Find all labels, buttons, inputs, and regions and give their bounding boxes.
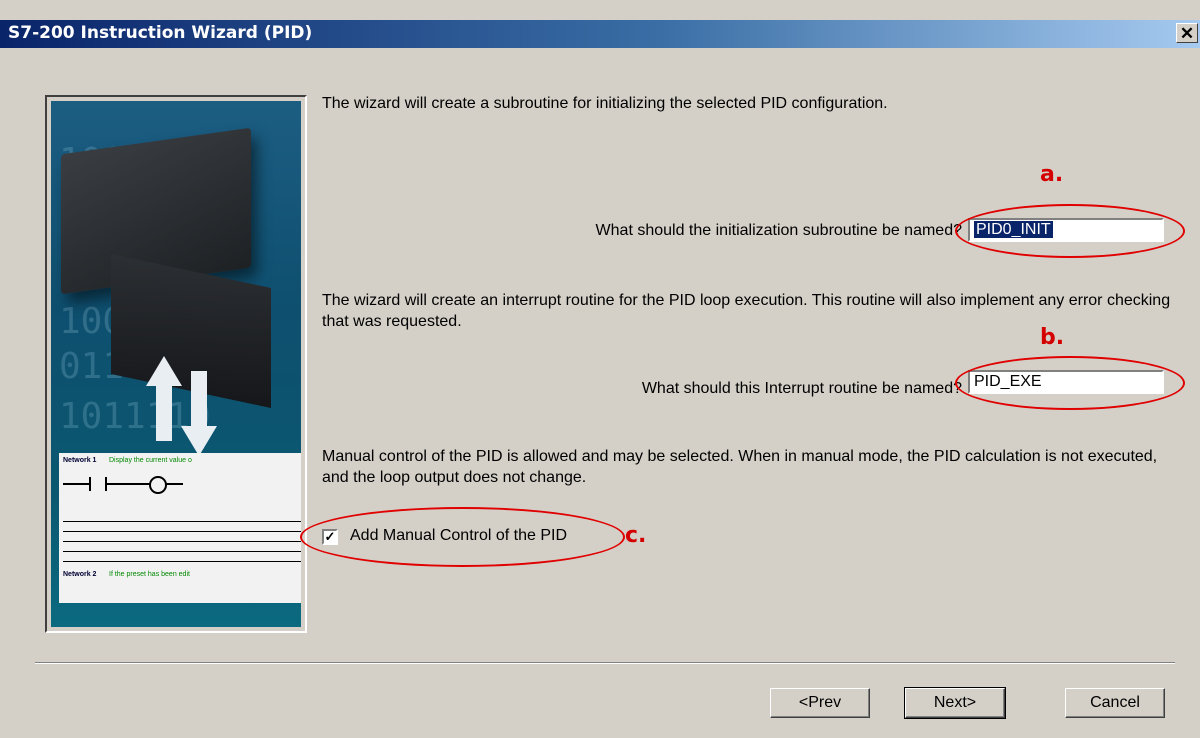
annotation-a: a. [1040, 162, 1064, 187]
ladder-network1-label: Network 1 [63, 457, 97, 464]
wizard-image-panel: 1001101 1001101 0111010 1011110 Network … [45, 95, 307, 633]
ladder-network2-label: Network 2 [63, 571, 97, 578]
arrow-up-icon [146, 356, 182, 386]
footer-divider [35, 662, 1175, 664]
ladder-network2-desc: If the preset has been edit [109, 571, 190, 578]
close-button[interactable]: ✕ [1176, 23, 1198, 43]
next-button[interactable]: Next> [904, 687, 1006, 719]
ladder-coil-icon [149, 476, 167, 494]
arrow-down-icon-stem [191, 371, 207, 426]
plc-illustration: 1001101 1001101 0111010 1011110 Network … [51, 101, 301, 627]
close-icon: ✕ [1179, 24, 1195, 43]
ladder-contact-icon [89, 477, 107, 491]
wizard-window: S7-200 Instruction Wizard (PID) ✕ 100110… [0, 0, 1200, 738]
title-bar[interactable]: S7-200 Instruction Wizard (PID) ✕ [0, 20, 1200, 48]
annotation-ellipse-a [955, 204, 1185, 258]
interrupt-routine-label: What should this Interrupt routine be na… [641, 380, 962, 397]
arrow-up-icon-stem [156, 386, 172, 441]
arrow-down-icon [181, 426, 217, 456]
ladder-symbol-table [63, 521, 301, 562]
annotation-b: b. [1040, 325, 1065, 350]
intro-text: The wizard will create a subroutine for … [322, 95, 888, 112]
manual-control-text: Manual control of the PID is allowed and… [322, 448, 1158, 486]
window-title: S7-200 Instruction Wizard (PID) [8, 23, 313, 43]
annotation-ellipse-c [300, 507, 625, 567]
ladder-network1-desc: Display the current value o [109, 457, 192, 464]
annotation-c: c. [625, 523, 647, 548]
annotation-ellipse-b [955, 356, 1185, 410]
ladder-diagram-image: Network 1 Display the current value o Ne… [59, 453, 301, 603]
prev-button[interactable]: <Prev [770, 688, 870, 718]
init-subroutine-label: What should the initialization subroutin… [595, 222, 962, 239]
cancel-button[interactable]: Cancel [1065, 688, 1165, 718]
